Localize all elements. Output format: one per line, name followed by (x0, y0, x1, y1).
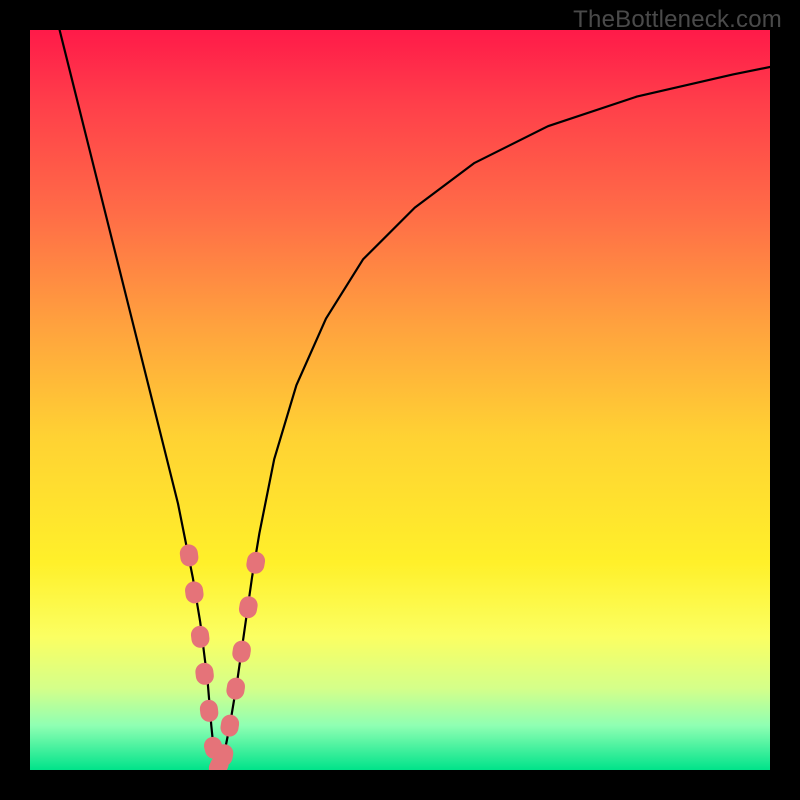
highlight-bead (238, 595, 259, 620)
highlight-bead (245, 550, 266, 575)
highlight-bead (199, 699, 219, 723)
highlight-bead (231, 639, 252, 663)
highlight-bead (194, 662, 214, 686)
watermark-text: TheBottleneck.com (573, 6, 782, 34)
highlight-bead (184, 580, 205, 604)
highlight-bead (179, 543, 200, 567)
chart-plot-area (30, 30, 770, 770)
bottleneck-curve-svg (30, 30, 770, 770)
bottleneck-curve (60, 30, 770, 770)
highlight-bead (219, 713, 240, 738)
highlight-bead (190, 625, 210, 649)
highlight-bead (225, 676, 246, 701)
